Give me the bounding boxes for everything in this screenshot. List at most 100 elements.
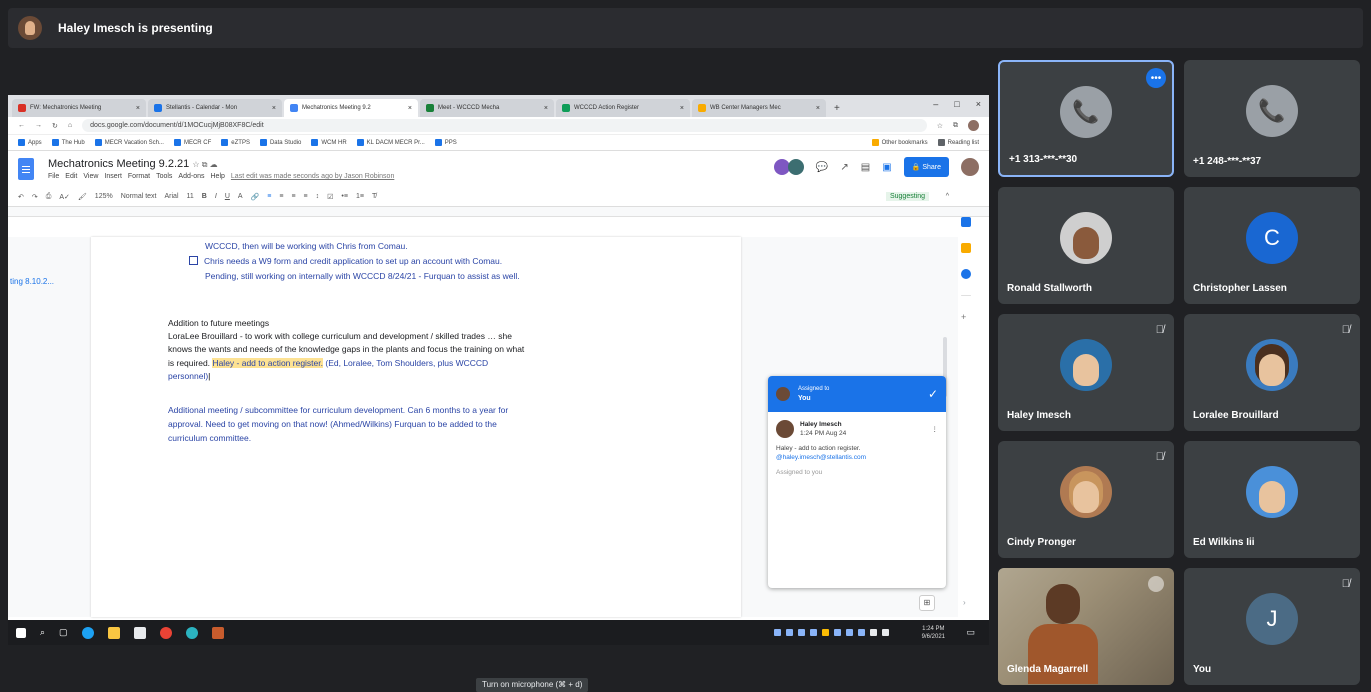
star-icon[interactable]: ☆	[937, 122, 943, 130]
menu-insert[interactable]: Insert	[104, 173, 122, 180]
participant-tile[interactable]: Ronald Stallworth	[998, 187, 1174, 304]
bold-icon[interactable]: B	[202, 193, 207, 200]
tray-icon[interactable]	[810, 629, 817, 636]
maximize-icon[interactable]: □	[954, 99, 959, 109]
browser-tab-1[interactable]: FW: Mechatronics Meeting ×	[12, 99, 146, 117]
browser-tab-2[interactable]: Stellantis - Calendar - Mon ×	[148, 99, 282, 117]
present-icon[interactable]: ▣	[882, 162, 891, 173]
menu-format[interactable]: Format	[128, 173, 150, 180]
participant-tile[interactable]: C Christopher Lassen	[1184, 187, 1360, 304]
browser-tab-6[interactable]: WB Center Managers Mec ×	[692, 99, 826, 117]
mention-link[interactable]: @haley.imesch@stellantis.com	[776, 453, 938, 462]
italic-icon[interactable]: I	[215, 193, 217, 200]
participant-tile[interactable]: 🎙̸ J You	[1184, 568, 1360, 685]
task-view-icon[interactable]: ▢	[59, 627, 68, 638]
tray-icon[interactable]	[834, 629, 841, 636]
add-addon-icon[interactable]: +	[961, 312, 975, 322]
explore-button[interactable]: ⊞	[919, 595, 935, 611]
menu-addons[interactable]: Add-ons	[178, 173, 204, 180]
reading-list[interactable]: Reading list	[937, 139, 979, 146]
highlighted-comment-text[interactable]: Haley - add to action register.	[212, 358, 323, 368]
account-avatar[interactable]	[961, 158, 979, 176]
app-icon[interactable]	[185, 626, 198, 639]
align-center-icon[interactable]: ≡	[279, 193, 283, 200]
ruler[interactable]	[8, 207, 989, 217]
participant-tile[interactable]: 📞 ••• +1 313-***-**30	[998, 60, 1174, 177]
notifications-icon[interactable]: ▭	[966, 627, 975, 638]
bookmark-item[interactable]: PPS	[434, 139, 457, 146]
undo-icon[interactable]: ↶	[18, 193, 24, 201]
bookmark-item[interactable]: Apps	[18, 139, 42, 146]
clear-format-icon[interactable]: T̸	[372, 193, 376, 200]
doc-title[interactable]: Mechatronics Meeting 9.2.21 ☆ ⧉ ☁	[48, 158, 394, 170]
line-spacing-icon[interactable]: ↕	[316, 193, 320, 200]
close-tab-icon[interactable]: ×	[136, 105, 140, 112]
menu-edit[interactable]: Edit	[65, 173, 77, 180]
close-tab-icon[interactable]: ×	[272, 105, 276, 112]
tray-icon[interactable]	[822, 629, 829, 636]
extensions-icon[interactable]: ⧉	[953, 122, 958, 130]
profile-avatar-icon[interactable]	[968, 120, 979, 131]
bookmark-item[interactable]: MECR CF	[173, 139, 211, 146]
more-options-icon[interactable]: ⋮	[932, 425, 939, 434]
tray-icon[interactable]	[798, 629, 805, 636]
bookmark-item[interactable]: Data Studio	[259, 139, 301, 146]
share-button[interactable]: 🔒 Share	[903, 157, 949, 177]
comments-icon[interactable]: ▤	[861, 162, 870, 173]
wifi-icon[interactable]	[870, 629, 877, 636]
search-icon[interactable]: ⌕	[40, 627, 45, 638]
outline-link[interactable]: ting 8.10.2...	[10, 277, 54, 286]
other-bookmarks[interactable]: Other bookmarks	[871, 139, 928, 146]
style-select[interactable]: Normal text	[121, 193, 157, 200]
comment-history-icon[interactable]: 💬	[816, 162, 828, 173]
participant-tile[interactable]: Ed Wilkins Iii	[1184, 441, 1360, 558]
close-window-icon[interactable]: ×	[976, 99, 981, 109]
align-right-icon[interactable]: ≡	[291, 193, 295, 200]
justify-icon[interactable]: ≡	[304, 193, 308, 200]
text-color-icon[interactable]: A	[238, 193, 243, 200]
docs-logo-icon[interactable]	[18, 158, 34, 180]
star-icon[interactable]: ☆ ⧉ ☁	[192, 160, 217, 169]
print-icon[interactable]: ⎙	[46, 193, 52, 201]
menu-view[interactable]: View	[83, 173, 98, 180]
activity-icon[interactable]: ↗	[840, 162, 848, 173]
url-field[interactable]: docs.google.com/document/d/1MOCucjMjB08X…	[82, 119, 927, 132]
participant-tile[interactable]: 📞 +1 248-***-**37	[1184, 60, 1360, 177]
browser-tab-3[interactable]: Mechatronics Meeting 9.2 ×	[284, 99, 418, 117]
forward-icon[interactable]: →	[35, 122, 42, 129]
close-tab-icon[interactable]: ×	[680, 105, 684, 112]
link-icon[interactable]: 🔗	[251, 193, 260, 201]
tray-icon[interactable]	[774, 629, 781, 636]
tasks-icon[interactable]	[961, 269, 971, 279]
bookmark-item[interactable]: eZTPS	[221, 139, 250, 146]
reload-icon[interactable]: ↻	[52, 122, 58, 130]
tray-icon[interactable]	[786, 629, 793, 636]
bookmark-item[interactable]: WCM HR	[311, 139, 347, 146]
tray-icon[interactable]	[846, 629, 853, 636]
checklist-icon[interactable]: ☑	[327, 193, 333, 201]
collapse-icon[interactable]: ^	[946, 193, 949, 200]
browser-tab-4[interactable]: Meet - WCCCD Mecha ×	[420, 99, 554, 117]
bookmark-item[interactable]: MECR Vacation Sch...	[94, 139, 164, 146]
paint-format-icon[interactable]: 🖌	[78, 193, 87, 201]
file-explorer-icon[interactable]	[107, 626, 120, 639]
more-options-icon[interactable]: •••	[1146, 68, 1166, 88]
font-size-select[interactable]: 11	[187, 193, 194, 200]
zoom-select[interactable]: 125%	[95, 193, 113, 200]
resolve-check-icon[interactable]: ✓	[928, 387, 938, 401]
close-tab-icon[interactable]: ×	[408, 105, 412, 112]
edge-icon[interactable]	[81, 626, 94, 639]
bookmark-item[interactable]: The Hub	[51, 139, 85, 146]
participant-video-tile[interactable]: Glenda Magarrell	[998, 568, 1174, 685]
minimize-icon[interactable]: –	[933, 99, 938, 109]
redo-icon[interactable]: ↷	[32, 193, 38, 201]
last-edit-link[interactable]: Last edit was made seconds ago by Jason …	[231, 173, 394, 180]
align-left-icon[interactable]: ≡	[267, 193, 271, 200]
app-icon[interactable]	[211, 626, 224, 639]
new-tab-icon[interactable]: +	[834, 103, 840, 114]
font-select[interactable]: Arial	[165, 193, 179, 200]
bulleted-list-icon[interactable]: •≡	[341, 193, 348, 200]
calendar-icon[interactable]	[961, 217, 971, 227]
comment-card[interactable]: Assigned to You ✓ Haley Imesch 1:24 PM Aug…	[768, 376, 946, 588]
numbered-list-icon[interactable]: 1≡	[356, 193, 364, 200]
